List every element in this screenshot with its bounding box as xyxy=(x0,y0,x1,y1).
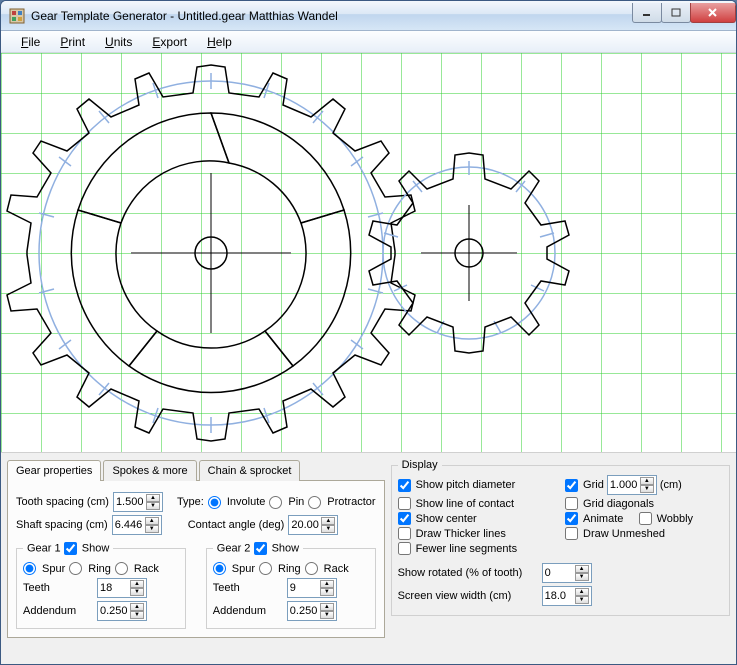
gear-drawing xyxy=(1,53,736,453)
animate-check[interactable] xyxy=(565,512,578,525)
gear2-addendum-input[interactable]: 0.250▲▼ xyxy=(287,601,337,621)
spinner-icon[interactable]: ▲▼ xyxy=(575,565,589,581)
tooth-spacing-label: Tooth spacing (cm) xyxy=(16,496,109,508)
gear2-teeth-input[interactable]: 9▲▼ xyxy=(287,578,337,598)
gear1-show-check[interactable] xyxy=(64,542,77,555)
spinner-icon[interactable]: ▲▼ xyxy=(130,603,144,619)
right-panel: Display Show pitch diameter Grid 1.000▲▼… xyxy=(391,459,730,658)
tab-chain[interactable]: Chain & sprocket xyxy=(199,460,301,481)
tabs: Gear properties Spokes & more Chain & sp… xyxy=(7,459,385,480)
show-pitch-check[interactable] xyxy=(398,479,411,492)
type-protractor-radio[interactable] xyxy=(308,496,321,509)
tooth-spacing-input[interactable]: 1.500▲▼ xyxy=(113,492,163,512)
gear1-addendum-input[interactable]: 0.250▲▼ xyxy=(97,601,147,621)
rotated-input[interactable]: 0▲▼ xyxy=(542,563,592,583)
window-title: Gear Template Generator - Untitled.gear … xyxy=(31,9,633,23)
menu-units[interactable]: Units xyxy=(95,35,142,49)
screen-width-input[interactable]: 18.0▲▼ xyxy=(542,586,592,606)
type-pin-radio[interactable] xyxy=(269,496,282,509)
spinner-icon[interactable]: ▲▼ xyxy=(640,477,654,493)
gear2-ring-radio[interactable] xyxy=(259,562,272,575)
spinner-icon[interactable]: ▲▼ xyxy=(130,580,144,596)
tab-body: Tooth spacing (cm) 1.500▲▼ Type: Involut… xyxy=(7,480,385,638)
gear-canvas[interactable] xyxy=(1,53,736,453)
tab-gear-properties[interactable]: Gear properties xyxy=(7,460,101,481)
unmeshed-check[interactable] xyxy=(565,527,578,540)
gear2-spur-radio[interactable] xyxy=(213,562,226,575)
gear2-show-check[interactable] xyxy=(254,542,267,555)
thicker-check[interactable] xyxy=(398,527,411,540)
titlebar[interactable]: Gear Template Generator - Untitled.gear … xyxy=(1,1,736,31)
grid-diag-check[interactable] xyxy=(565,497,578,510)
spinner-icon[interactable]: ▲▼ xyxy=(321,517,335,533)
gear1-ring-radio[interactable] xyxy=(69,562,82,575)
menu-help[interactable]: Help xyxy=(197,35,242,49)
tab-spokes[interactable]: Spokes & more xyxy=(103,460,196,481)
menu-file[interactable]: File xyxy=(11,35,50,49)
contact-angle-input[interactable]: 20.00▲▼ xyxy=(288,515,338,535)
menubar: File Print Units Export Help xyxy=(1,31,736,53)
contact-angle-label: Contact angle (deg) xyxy=(188,519,285,531)
left-panel: Gear properties Spokes & more Chain & sp… xyxy=(7,459,385,658)
maximize-button[interactable] xyxy=(661,3,691,23)
spinner-icon[interactable]: ▲▼ xyxy=(575,588,589,604)
shaft-spacing-input[interactable]: 6.446▲▼ xyxy=(112,515,162,535)
fewer-check[interactable] xyxy=(398,542,411,555)
control-panels: Gear properties Spokes & more Chain & sp… xyxy=(1,453,736,664)
spinner-icon[interactable]: ▲▼ xyxy=(145,517,159,533)
close-button[interactable] xyxy=(690,3,736,23)
gear2-group: Gear 2 Show Spur Ring Rack Teeth9▲▼ Adde… xyxy=(206,542,376,629)
menu-print[interactable]: Print xyxy=(50,35,95,49)
menu-export[interactable]: Export xyxy=(142,35,197,49)
gear1-rack-radio[interactable] xyxy=(115,562,128,575)
minimize-button[interactable] xyxy=(632,3,662,23)
spinner-icon[interactable]: ▲▼ xyxy=(146,494,160,510)
type-involute-radio[interactable] xyxy=(208,496,221,509)
gear1-teeth-input[interactable]: 18▲▼ xyxy=(97,578,147,598)
show-contact-check[interactable] xyxy=(398,497,411,510)
wobbly-check[interactable] xyxy=(639,512,652,525)
display-group: Display Show pitch diameter Grid 1.000▲▼… xyxy=(391,459,730,616)
show-center-check[interactable] xyxy=(398,512,411,525)
grid-check[interactable] xyxy=(565,479,578,492)
gear1-spur-radio[interactable] xyxy=(23,562,36,575)
type-label: Type: xyxy=(177,496,204,508)
grid-input[interactable]: 1.000▲▼ xyxy=(607,475,657,495)
spinner-icon[interactable]: ▲▼ xyxy=(320,580,334,596)
window-buttons xyxy=(633,3,736,23)
gear2-rack-radio[interactable] xyxy=(305,562,318,575)
app-window: Gear Template Generator - Untitled.gear … xyxy=(0,0,737,665)
gear1-group: Gear 1 Show Spur Ring Rack Teeth18▲▼ Add… xyxy=(16,542,186,629)
spinner-icon[interactable]: ▲▼ xyxy=(320,603,334,619)
app-icon xyxy=(9,8,25,24)
shaft-spacing-label: Shaft spacing (cm) xyxy=(16,519,108,531)
